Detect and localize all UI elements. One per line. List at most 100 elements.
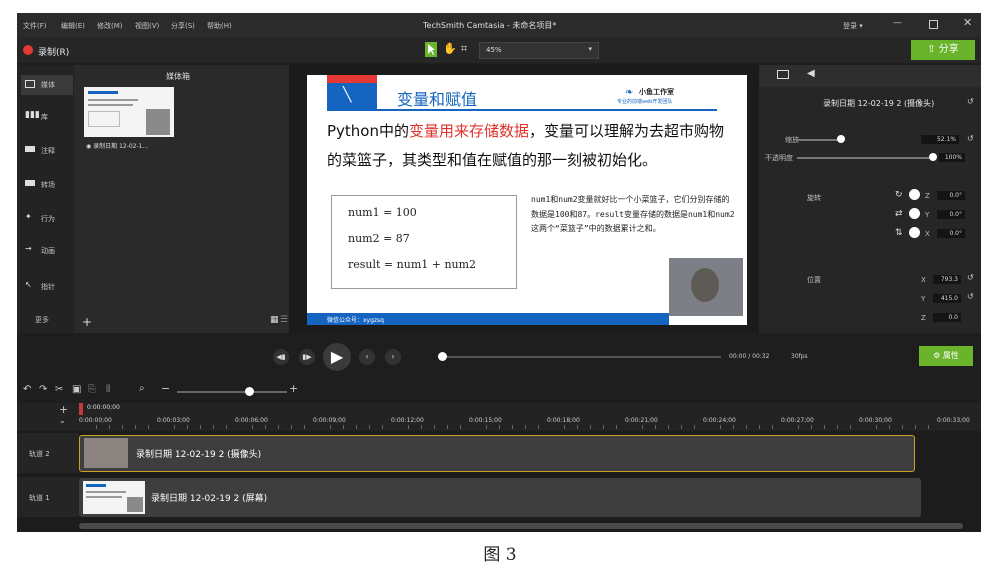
ruler-tick-label: 0:00:03;00	[157, 417, 190, 424]
screen-clip-thumbnail	[83, 481, 145, 514]
split-icon[interactable]: ⫴	[106, 384, 110, 395]
record-button[interactable]: 录制(R)	[38, 45, 69, 58]
menu-view[interactable]: 视图(V)	[135, 21, 159, 31]
step-forward-icon[interactable]: ▮▶	[299, 349, 315, 365]
ruler-tick-label: 0:00:09;00	[313, 417, 346, 424]
position-z-input[interactable]: 0.0	[933, 313, 961, 322]
menu-file[interactable]: 文件(F)	[23, 21, 47, 31]
rotate-x-knob[interactable]	[909, 227, 920, 238]
scale-input[interactable]: 52.1%	[921, 135, 959, 144]
position-x-input[interactable]: 793.3	[933, 275, 961, 284]
media-bin-title: 媒体箱	[166, 72, 190, 81]
menu-share[interactable]: 分享(S)	[171, 21, 195, 31]
position-y-input[interactable]: 415.0	[933, 294, 961, 303]
zoom-select[interactable]: 45% ▾	[479, 42, 599, 59]
media-bin-panel: 媒体箱 ◉ 录制日期 12-02-1... + ▦ ☰	[74, 65, 289, 333]
media-thumbnail[interactable]	[84, 87, 174, 137]
nav-transitions[interactable]: 转场	[21, 175, 73, 195]
list-view-icon[interactable]: ☰	[280, 315, 288, 325]
next-marker-icon[interactable]: ›	[385, 349, 401, 365]
ruler-minor-tick	[824, 425, 825, 429]
visual-props-tab-icon[interactable]	[777, 70, 789, 79]
grid-view-icon[interactable]: ▦	[270, 315, 279, 325]
webcam-clip[interactable]: 录制日期 12-02-19 2 (摄像头)	[79, 435, 915, 472]
screen-clip[interactable]: 录制日期 12-02-19 2 (屏幕)	[79, 478, 921, 517]
menu-help[interactable]: 帮助(H)	[207, 21, 232, 31]
opacity-slider-thumb[interactable]	[929, 153, 937, 161]
opacity-input[interactable]: 100%	[939, 153, 965, 162]
zoom-search-icon[interactable]: ⌕	[139, 383, 145, 394]
scale-slider-thumb[interactable]	[837, 135, 845, 143]
play-icon[interactable]: ▶	[323, 343, 351, 371]
rotation-x-input[interactable]: 0.0°	[937, 229, 965, 238]
slide-paragraph: Python中的变量用来存储数据，变量可以理解为去超市购物的菜篮子，其类型和值在…	[327, 117, 737, 175]
more-button[interactable]: 更多	[35, 315, 49, 325]
playhead-marker[interactable]	[79, 403, 83, 415]
opacity-slider-track[interactable]	[797, 157, 933, 159]
reset-icon[interactable]: ↺	[967, 97, 974, 106]
thumb-webcam	[146, 109, 170, 135]
nav-library[interactable]: ▮▮▮ 库	[21, 107, 73, 127]
rot-y-axis-label: Y	[925, 211, 930, 219]
collapse-tracks-icon[interactable]: ⌄	[59, 416, 66, 425]
rotation-y-input[interactable]: 0.0°	[937, 210, 965, 219]
undo-icon[interactable]: ↶	[23, 384, 31, 395]
slide-paragraph-highlight: 变量用来存储数据	[409, 122, 530, 140]
ruler-minor-tick	[135, 425, 136, 429]
rotate-y-knob[interactable]	[909, 208, 920, 219]
scrub-thumb[interactable]	[438, 352, 447, 361]
ruler-minor-tick	[265, 425, 266, 429]
timeline-zoom-track[interactable]	[177, 391, 287, 393]
ruler-minor-tick	[538, 425, 539, 429]
zoom-out-icon[interactable]: −	[161, 382, 170, 395]
rotation-z-input[interactable]: 0.0°	[937, 191, 965, 200]
copy-icon[interactable]: ▣	[72, 384, 81, 395]
track-header-1[interactable]: 轨道 1	[17, 477, 79, 517]
slide-preview[interactable]: ╲ 变量和赋值 ❧ 小鱼工作室 专业的前端web开发团队 Python中的变量用…	[307, 75, 747, 325]
reset-icon[interactable]: ↺	[967, 273, 974, 282]
ruler-minor-tick	[720, 425, 721, 429]
redo-icon[interactable]: ↷	[39, 384, 47, 395]
timeline-scrollbar[interactable]	[79, 523, 963, 529]
add-media-icon[interactable]: +	[82, 315, 92, 329]
nav-library-label: 库	[41, 113, 48, 121]
select-tool-icon[interactable]	[425, 42, 437, 57]
rotate-z-knob[interactable]	[909, 189, 920, 200]
cut-icon[interactable]: ✂	[55, 384, 63, 395]
reset-icon[interactable]: ↺	[967, 134, 974, 143]
audio-props-tab-icon[interactable]: ◀	[807, 68, 815, 79]
menu-edit[interactable]: 编辑(E)	[61, 21, 85, 31]
zoom-in-icon[interactable]: +	[289, 382, 298, 395]
window-title: TechSmith Camtasia - 未命名项目*	[423, 21, 557, 30]
add-track-icon[interactable]: +	[59, 403, 68, 416]
prev-marker-icon[interactable]: ‹	[359, 349, 375, 365]
step-back-icon[interactable]: ◀▮	[273, 349, 289, 365]
webcam-overlay[interactable]	[669, 258, 743, 316]
title-bar: 文件(F) 编辑(E) 修改(M) 视图(V) 分享(S) 帮助(H) Tech…	[17, 13, 981, 37]
maximize-icon[interactable]	[929, 20, 938, 29]
track-header-2[interactable]: 轨道 2	[17, 433, 79, 473]
nav-behaviors-label: 行为	[41, 215, 55, 223]
login-button[interactable]: 登录 ▾	[843, 21, 863, 31]
minimize-icon[interactable]: —	[893, 18, 902, 28]
menu-modify[interactable]: 修改(M)	[97, 21, 123, 31]
rotate-y-icon: ⇄	[895, 209, 903, 219]
pan-tool-icon[interactable]: ✋	[443, 42, 457, 55]
timeline-ruler[interactable]: + ⌄ 0:00:00;00 0:00:03;00 0:00:06;00 0:00:0…	[17, 403, 981, 431]
close-icon[interactable]: ✕	[963, 16, 972, 29]
record-icon[interactable]	[23, 45, 33, 55]
properties-button[interactable]: ⚙ 属性	[919, 346, 973, 366]
nav-media[interactable]: 媒体	[21, 75, 73, 95]
scale-slider-track[interactable]	[797, 139, 841, 141]
scrub-track[interactable]	[441, 356, 721, 358]
crop-tool-icon[interactable]: ⌗	[461, 42, 467, 56]
paste-icon[interactable]: ⎘	[88, 384, 96, 395]
reset-icon[interactable]: ↺	[967, 292, 974, 301]
timeline-zoom-thumb[interactable]	[245, 387, 254, 396]
nav-behaviors[interactable]: ✦ 行为	[21, 209, 73, 229]
code-line-3: result = num1 + num2	[348, 258, 477, 271]
nav-cursor[interactable]: ↖ 指针	[21, 277, 73, 297]
nav-animations[interactable]: → 动画	[21, 241, 73, 261]
nav-annotations[interactable]: 注释	[21, 141, 73, 161]
share-button[interactable]: ⇧ 分享	[911, 40, 975, 60]
